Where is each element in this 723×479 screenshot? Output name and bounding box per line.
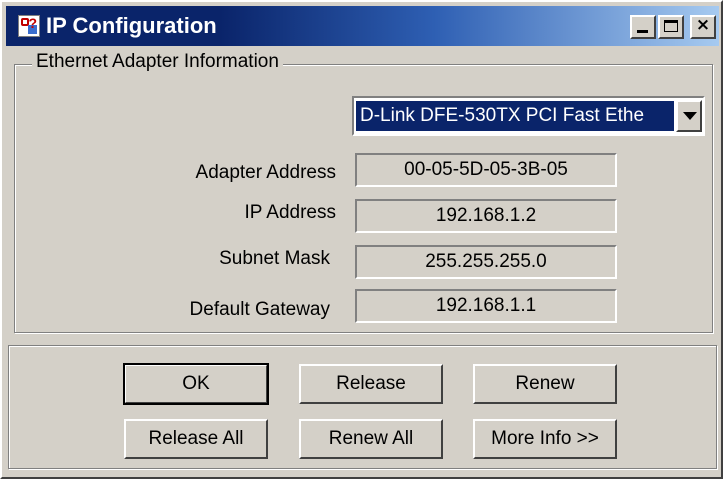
more-info-button[interactable]: More Info >> [473,419,617,459]
renew-all-button[interactable]: Renew All [299,419,443,459]
maximize-button[interactable] [658,15,684,39]
minimize-icon [637,30,648,33]
release-all-button[interactable]: Release All [124,419,268,459]
network-config-icon[interactable]: ? [18,15,40,37]
maximize-icon [664,20,678,32]
adapter-info-legend: Ethernet Adapter Information [32,51,283,73]
window-title: IP Configuration [46,13,217,38]
adapter-address-field: 00-05-5D-05-3B-05 [355,153,617,187]
adapter-select[interactable]: D-Link DFE-530TX PCI Fast Ethe [352,96,705,136]
close-button[interactable]: × [690,15,716,39]
subnet-mask-field: 255.255.255.0 [355,245,617,279]
close-icon: × [695,15,711,35]
chevron-down-icon [683,112,697,120]
minimize-button[interactable] [630,15,656,39]
default-gateway-field: 192.168.1.1 [355,289,617,323]
subnet-mask-label: Subnet Mask [219,248,330,269]
dropdown-button[interactable] [676,100,702,132]
title-bar[interactable]: ? IP Configuration × [6,6,719,46]
adapter-address-label: Adapter Address [195,162,336,183]
default-gateway-label: Default Gateway [189,299,330,320]
renew-button[interactable]: Renew [473,364,617,404]
ip-address-label: IP Address [244,202,336,223]
ip-address-field: 192.168.1.2 [355,199,617,233]
release-button[interactable]: Release [299,364,443,404]
adapter-select-value[interactable]: D-Link DFE-530TX PCI Fast Ethe [356,101,674,131]
ok-button[interactable]: OK [123,363,269,405]
